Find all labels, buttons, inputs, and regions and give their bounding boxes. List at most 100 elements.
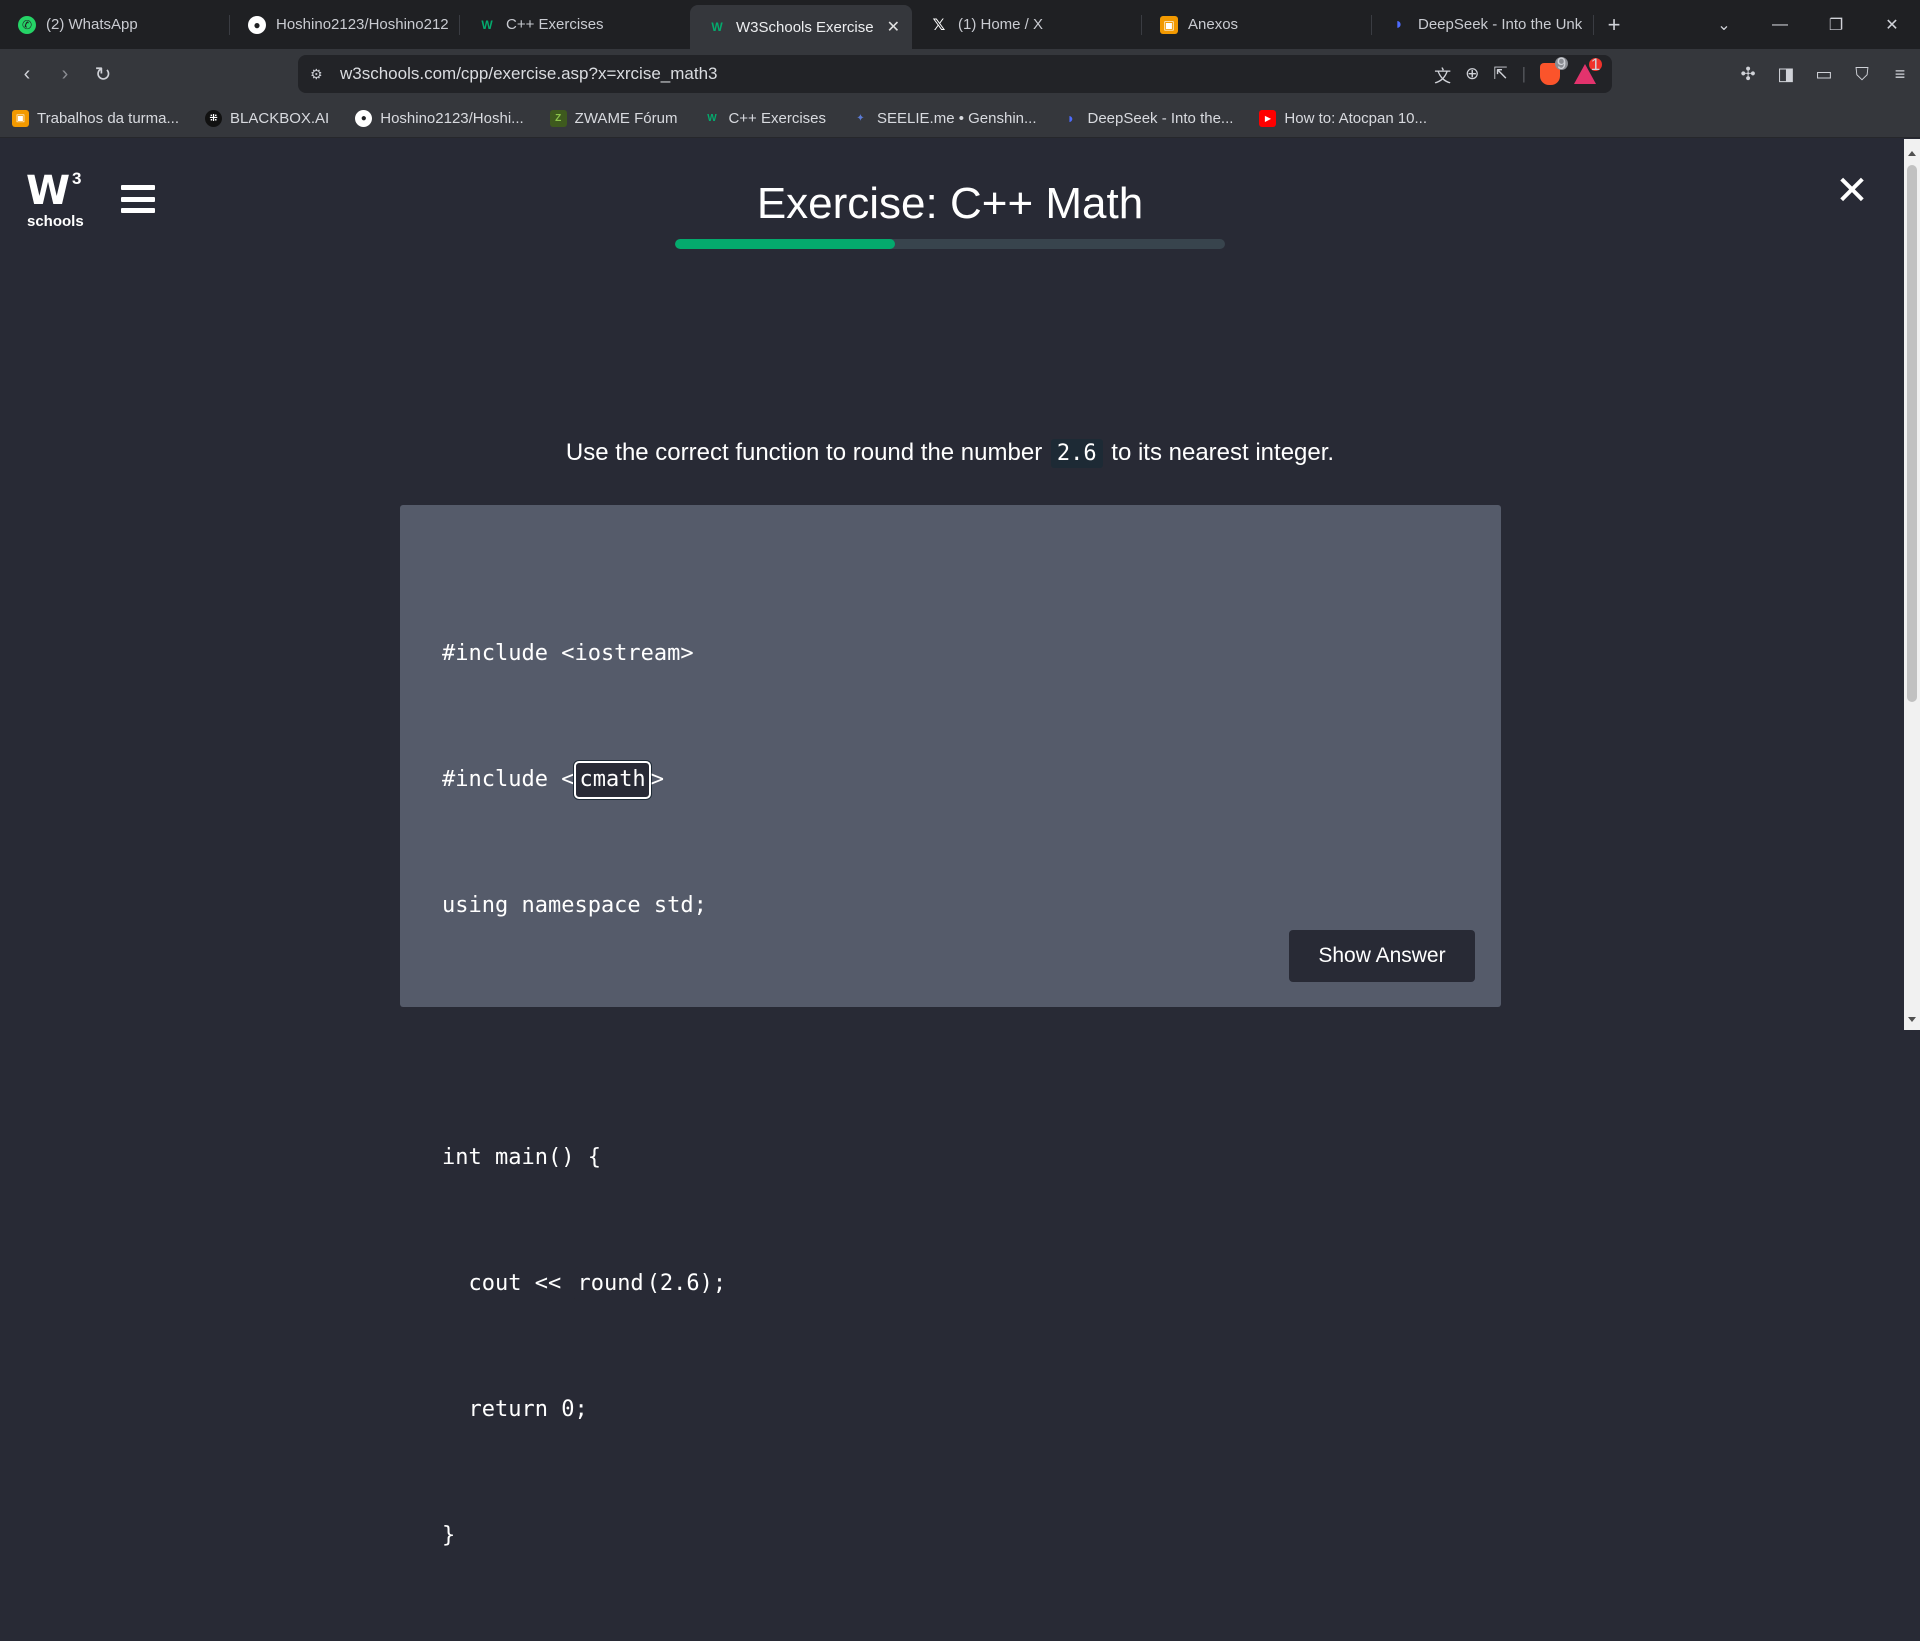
tab-strip: ✆ (2) WhatsApp ● Hoshino2123/Hoshino2123… [0, 0, 1920, 49]
tab-deepseek[interactable]: ◗ DeepSeek - Into the Unknown [1372, 0, 1594, 49]
bookmark-item[interactable]: ▶ How to: Atocpan 10... [1259, 109, 1427, 127]
instruction-code-value: 2.6 [1050, 439, 1103, 468]
deepseek-icon: ◗ [1394, 15, 1404, 33]
tab-label: (2) WhatsApp [46, 16, 138, 33]
vpn-icon[interactable]: ⛉ [1852, 64, 1872, 85]
w3schools-logo-icon: W [26, 168, 70, 214]
code-text: cout << [442, 1271, 575, 1296]
code-block: #include <iostream> #include < cmath > usi… [442, 549, 726, 1641]
code-line: int main() { [442, 1145, 601, 1170]
code-text: > [650, 767, 664, 792]
brave-rewards-icon[interactable]: 1 [1574, 55, 1602, 84]
tab-label: (1) Home / X [958, 16, 1044, 33]
whatsapp-icon: ✆ [18, 15, 36, 34]
bookmark-item[interactable]: ● Hoshino2123/Hoshi... [355, 109, 524, 127]
bookmark-item[interactable]: ◗ DeepSeek - Into the... [1063, 110, 1234, 127]
w3schools-icon: W [481, 17, 493, 32]
translate-icon[interactable]: 文 [1434, 62, 1451, 87]
scroll-down-icon[interactable] [1908, 1017, 1916, 1022]
w3schools-icon: W [711, 20, 723, 34]
code-line: #include <iostream> [442, 641, 694, 666]
exercise-progress-bar [675, 239, 1225, 249]
code-line: } [442, 1523, 456, 1548]
shields-badge: 9 [1555, 53, 1568, 73]
scroll-up-icon[interactable] [1908, 151, 1916, 156]
wallet-icon[interactable]: ▭ [1814, 64, 1834, 85]
zoom-icon[interactable]: ⊕ [1465, 64, 1479, 84]
logo-superscript: 3 [72, 169, 82, 188]
menu-icon[interactable]: ≡ [1890, 64, 1910, 85]
bookmark-item[interactable]: Z ZWAME Fórum [549, 109, 677, 127]
tab-label: Hoshino2123/Hoshino2123 [276, 16, 448, 33]
bookmark-item[interactable]: ✦ SEELIE.me • Genshin... [852, 110, 1036, 127]
code-line: using namespace std; [442, 893, 707, 918]
github-icon: ● [355, 109, 373, 127]
site-settings-icon[interactable]: ⚙ [310, 66, 340, 83]
new-tab-button[interactable]: + [1594, 0, 1634, 49]
logo-text: schools [27, 213, 84, 230]
restore-icon[interactable]: ❐ [1808, 0, 1864, 49]
rewards-badge: 1 [1589, 54, 1602, 74]
sidebar-icon[interactable]: ◨ [1776, 64, 1796, 85]
share-icon[interactable]: ⇱ [1493, 64, 1507, 84]
seelie-icon: ✦ [856, 112, 865, 124]
tab-github[interactable]: ● Hoshino2123/Hoshino2123 [230, 0, 460, 49]
x-icon: 𝕏 [932, 16, 946, 34]
tab-label: W3Schools Exercise [736, 18, 874, 36]
youtube-icon: ▶ [1259, 109, 1277, 127]
code-line: cout << round (2.6); [442, 1263, 726, 1305]
page-scrollbar[interactable] [1904, 139, 1920, 1030]
deepseek-icon: ◗ [1066, 110, 1076, 126]
blackbox-icon: ⁜ [205, 109, 223, 127]
tab-label: DeepSeek - Into the Unknown [1418, 16, 1582, 33]
show-answer-button[interactable]: Show Answer [1289, 930, 1475, 982]
extensions-icon[interactable]: ✣ [1738, 64, 1758, 85]
toolbar-extensions: ✣ ◨ ▭ ⛉ ≡ [1738, 49, 1910, 99]
bookmark-item[interactable]: ▣ Trabalhos da turma... [12, 109, 179, 127]
bookmark-item[interactable]: ⁜ BLACKBOX.AI [205, 109, 329, 127]
close-window-icon[interactable]: ✕ [1864, 0, 1920, 49]
reload-icon[interactable]: ↻ [84, 56, 122, 92]
address-bar[interactable]: ⚙ w3schools.com/cpp/exercise.asp?x=xrcis… [298, 54, 1612, 93]
github-icon: ● [248, 15, 266, 34]
close-exercise-icon[interactable]: ✕ [1834, 171, 1870, 211]
minimize-icon[interactable]: — [1752, 0, 1808, 49]
tab-anexos[interactable]: ▣ Anexos [1142, 0, 1372, 49]
instruction-text-before: Use the correct function to round the nu… [565, 439, 1043, 466]
bookmark-item[interactable]: W C++ Exercises [703, 110, 826, 127]
back-icon[interactable]: ‹ [8, 56, 46, 92]
answer-input-2[interactable]: round [574, 1267, 647, 1301]
page-title: Exercise: C++ Math [756, 179, 1144, 228]
close-tab-icon[interactable]: ✕ [887, 17, 900, 37]
tab-search-icon[interactable]: ⌄ [1696, 0, 1752, 49]
answer-input-1[interactable]: cmath [574, 761, 651, 799]
exercise-page: W 3 schools Exercise: C++ Math ✕ Use the… [0, 139, 1904, 1548]
code-line: return 0; [442, 1397, 588, 1422]
code-exercise-box: #include <iostream> #include < cmath > usi… [400, 505, 1501, 1548]
url-text[interactable]: w3schools.com/cpp/exercise.asp?x=xrcise_… [340, 64, 1434, 84]
scrollbar-thumb[interactable] [1907, 165, 1917, 702]
instruction-text-after: to its nearest integer. [1111, 439, 1335, 466]
w3schools-logo[interactable]: W 3 schools [26, 168, 90, 230]
code-text: (2.6); [646, 1271, 727, 1296]
exercise-instruction: Use the correct function to round the nu… [400, 439, 1500, 468]
window-controls: ⌄ — ❐ ✕ [1696, 0, 1920, 49]
zwame-icon: Z [549, 109, 567, 127]
tab-x-home[interactable]: 𝕏 (1) Home / X [912, 0, 1142, 49]
progress-fill [675, 239, 895, 249]
classroom-icon: ▣ [12, 109, 29, 127]
forward-icon[interactable]: › [46, 56, 84, 92]
code-line: #include < cmath > [442, 759, 726, 801]
tab-whatsapp[interactable]: ✆ (2) WhatsApp [0, 0, 230, 49]
classroom-icon: ▣ [1160, 15, 1178, 34]
brave-shields-icon[interactable]: 9 [1540, 54, 1568, 85]
w3schools-icon: W [707, 112, 717, 124]
tab-label: C++ Exercises [506, 16, 604, 33]
tab-w3schools-exercise[interactable]: W W3Schools Exercise ✕ [690, 5, 912, 49]
hamburger-menu-icon[interactable] [121, 185, 155, 213]
tab-cpp-exercises[interactable]: W C++ Exercises [460, 0, 690, 49]
bookmarks-bar: ▣ Trabalhos da turma... ⁜ BLACKBOX.AI ● … [0, 99, 1920, 138]
tab-label: Anexos [1188, 16, 1239, 33]
code-text: #include < [442, 767, 575, 792]
